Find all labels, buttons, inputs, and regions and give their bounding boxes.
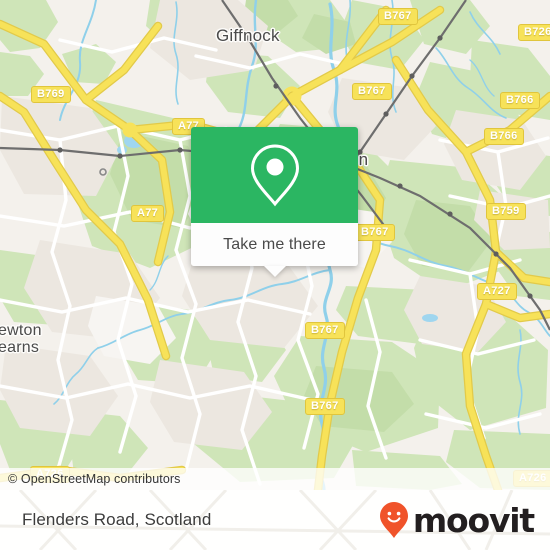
road-shield: B767 — [305, 398, 345, 415]
map-place-label: earns — [0, 339, 40, 356]
map-popup-take-me-there[interactable]: Take me there — [191, 127, 358, 277]
location-title: Flenders Road, Scotland — [22, 510, 212, 529]
road-shield: B766 — [484, 128, 524, 145]
popup-tail — [263, 266, 286, 277]
moovit-wordmark: moovit — [412, 500, 535, 540]
osm-attribution-text: © OpenStreetMap contributors — [8, 472, 181, 486]
road-shield: B759 — [486, 203, 526, 220]
map-place-label: ewton — [0, 322, 42, 339]
moovit-pin-smiley-icon — [379, 502, 408, 538]
road-shield: B767 — [352, 83, 392, 100]
road-shield: B767 — [378, 8, 418, 25]
map-place-label: Giffnock — [216, 26, 280, 45]
road-shield: B767 — [355, 224, 395, 241]
popup-action-bar[interactable]: Take me there — [191, 223, 358, 277]
road-shield: B726 — [518, 24, 550, 41]
map-pin-icon — [250, 144, 299, 207]
moovit-map-screen: Giffnock ton ewton earns B767 B726 B769 … — [0, 0, 550, 550]
road-shield: A727 — [477, 283, 517, 300]
take-me-there-label: Take me there — [223, 235, 326, 253]
popup-icon-panel — [191, 127, 358, 223]
road-shield: B769 — [31, 86, 71, 103]
road-shield: B767 — [305, 322, 345, 339]
osm-attribution[interactable]: © OpenStreetMap contributors — [0, 468, 550, 490]
road-shield: B766 — [500, 92, 540, 109]
road-shield: A77 — [131, 205, 165, 222]
moovit-logo[interactable]: moovit — [379, 501, 550, 539]
bottom-info-bar: Flenders Road, Scotland moovit — [0, 490, 550, 550]
